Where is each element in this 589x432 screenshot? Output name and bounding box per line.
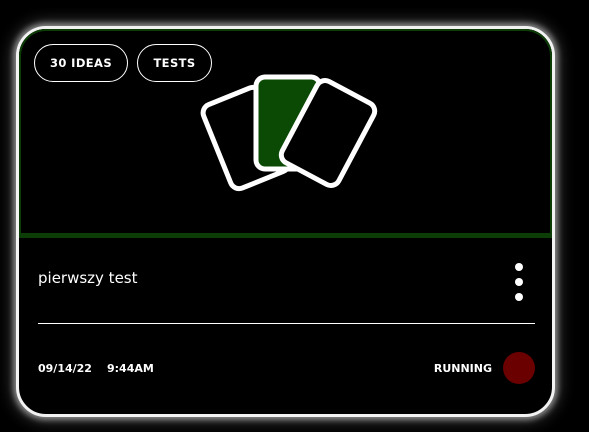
- more-options-button[interactable]: [509, 263, 529, 301]
- test-title: pierwszy test: [38, 269, 138, 287]
- divider: [38, 323, 535, 324]
- status-label: RUNNING: [433, 362, 492, 375]
- ideas-count-label: 30 IDEAS: [49, 56, 113, 70]
- ideas-count-tag[interactable]: 30 IDEAS: [34, 44, 128, 82]
- more-vertical-icon-dot: [515, 278, 523, 286]
- status-indicator: [503, 352, 535, 384]
- created-date: 09/14/22: [38, 362, 92, 375]
- created-time: 9:44AM: [107, 362, 154, 375]
- more-vertical-icon-dot: [515, 293, 523, 301]
- test-card[interactable]: 30 IDEAS TESTS pierwszy test 09/14/22 9:…: [16, 26, 555, 417]
- card-stack-icon: [200, 74, 378, 192]
- tests-tag-label: TESTS: [153, 56, 196, 70]
- more-vertical-icon: [515, 263, 523, 271]
